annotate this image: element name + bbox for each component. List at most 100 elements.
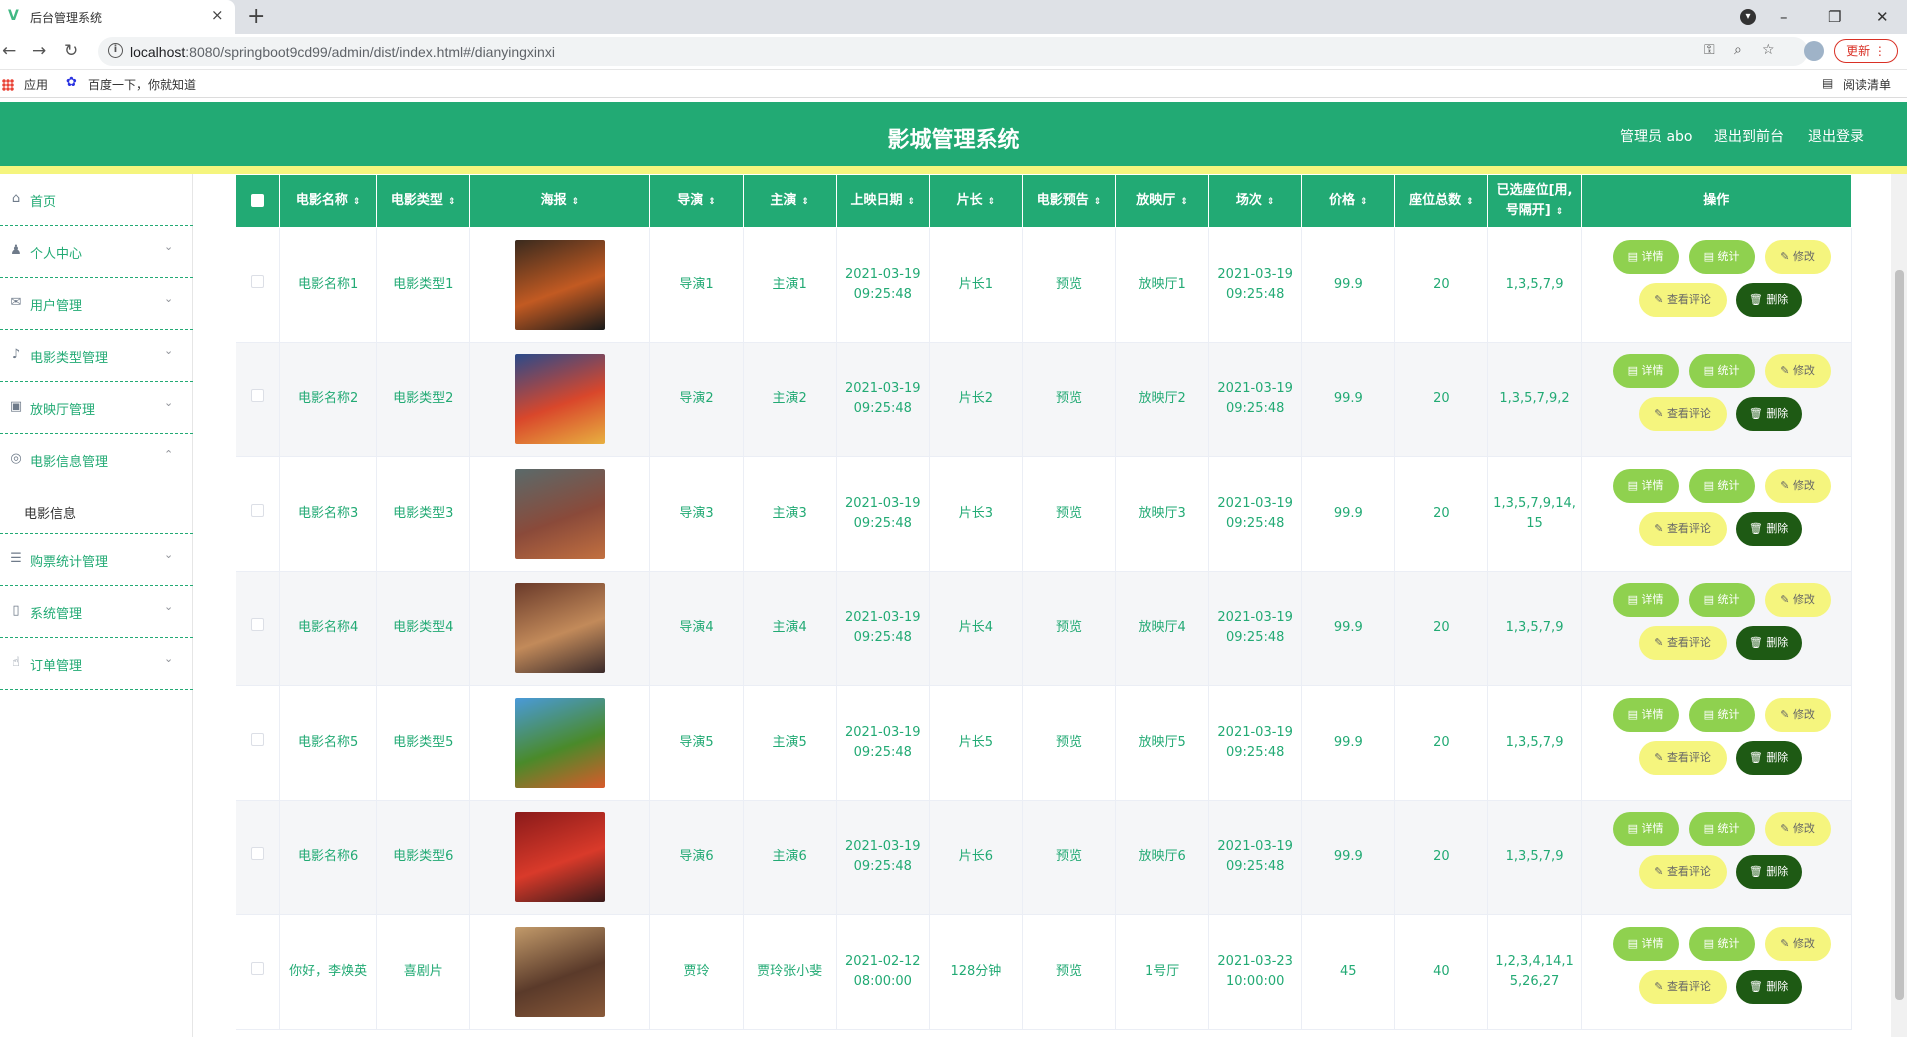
column-header[interactable]: 片长 ⇕ bbox=[928, 174, 1023, 228]
column-header[interactable]: 海报 ⇕ bbox=[469, 174, 651, 228]
row-checkbox[interactable] bbox=[250, 961, 264, 975]
column-header[interactable]: 上映日期 ⇕ bbox=[835, 174, 930, 228]
back-to-front-link[interactable]: 退出到前台 bbox=[1714, 126, 1784, 146]
detail-button[interactable]: ▤ 详情 bbox=[1612, 812, 1679, 847]
cell-trailer[interactable]: 预览 bbox=[1022, 227, 1117, 343]
delete-button[interactable]: 🗑 删除 bbox=[1735, 626, 1802, 661]
view-comments-button[interactable]: ✎ 查看评论 bbox=[1638, 511, 1727, 546]
row-checkbox-cell[interactable] bbox=[235, 800, 281, 915]
window-close-icon[interactable]: ✕ bbox=[1876, 3, 1889, 31]
stat-button[interactable]: ▤ 统计 bbox=[1688, 468, 1755, 503]
column-header[interactable]: 价格 ⇕ bbox=[1301, 174, 1396, 228]
select-all-checkbox[interactable] bbox=[234, 174, 281, 228]
cell-trailer[interactable]: 预览 bbox=[1022, 800, 1117, 915]
new-tab-icon[interactable]: + bbox=[247, 3, 265, 31]
delete-button[interactable]: 🗑 删除 bbox=[1735, 740, 1802, 775]
row-checkbox[interactable] bbox=[250, 274, 264, 288]
reading-list[interactable]: 阅读清单 bbox=[1843, 76, 1891, 93]
sidebar-item-system-management[interactable]: ▯ 系统管理 ⌄ bbox=[0, 586, 193, 638]
delete-button[interactable]: 🗑 删除 bbox=[1735, 969, 1802, 1004]
row-checkbox-cell[interactable] bbox=[235, 914, 281, 1030]
bookmark-apps[interactable]: 应用 bbox=[24, 76, 48, 93]
profile-avatar[interactable] bbox=[1804, 41, 1824, 61]
view-comments-button[interactable]: ✎ 查看评论 bbox=[1638, 969, 1727, 1004]
sidebar-item-movie-info-management[interactable]: ◎ 电影信息管理 ⌃ bbox=[0, 434, 193, 486]
minimize-icon[interactable]: – bbox=[1780, 3, 1788, 31]
row-checkbox-cell[interactable] bbox=[235, 685, 281, 801]
tab-search-icon[interactable]: ▾ bbox=[1740, 9, 1756, 25]
sidebar-item-ticket-stats-management[interactable]: ☰ 购票统计管理 ⌄ bbox=[0, 534, 193, 586]
edit-button[interactable]: ✎ 修改 bbox=[1764, 812, 1831, 847]
detail-button[interactable]: ▤ 详情 bbox=[1612, 239, 1679, 274]
cell-trailer[interactable]: 预览 bbox=[1022, 342, 1117, 457]
edit-button[interactable]: ✎ 修改 bbox=[1764, 697, 1831, 732]
view-comments-button[interactable]: ✎ 查看评论 bbox=[1638, 855, 1727, 890]
sidebar-item-movie-type-management[interactable]: ♪ 电影类型管理 ⌄ bbox=[0, 330, 193, 382]
key-icon[interactable]: ⚿ bbox=[1704, 42, 1715, 58]
edit-button[interactable]: ✎ 修改 bbox=[1764, 468, 1831, 503]
sidebar-item-home[interactable]: ⌂ 首页 bbox=[0, 174, 193, 226]
detail-button[interactable]: ▤ 详情 bbox=[1612, 697, 1679, 732]
column-header[interactable]: 电影名称 ⇕ bbox=[279, 174, 378, 228]
detail-button[interactable]: ▤ 详情 bbox=[1612, 468, 1679, 503]
site-info-icon[interactable]: i bbox=[108, 43, 123, 58]
delete-button[interactable]: 🗑 删除 bbox=[1735, 855, 1802, 890]
cell-trailer[interactable]: 预览 bbox=[1022, 685, 1117, 801]
row-checkbox-cell[interactable] bbox=[235, 227, 281, 343]
row-checkbox[interactable] bbox=[250, 847, 264, 861]
back-icon[interactable]: ← bbox=[2, 40, 16, 62]
row-checkbox-cell[interactable] bbox=[235, 342, 281, 457]
bookmark-star-icon[interactable]: ☆ bbox=[1762, 42, 1775, 58]
cell-trailer[interactable]: 预览 bbox=[1022, 456, 1117, 572]
forward-icon[interactable]: → bbox=[32, 40, 46, 62]
edit-button[interactable]: ✎ 修改 bbox=[1764, 583, 1831, 618]
stat-button[interactable]: ▤ 统计 bbox=[1688, 697, 1755, 732]
reload-icon[interactable]: ↻ bbox=[64, 40, 78, 62]
stat-button[interactable]: ▤ 统计 bbox=[1688, 926, 1755, 961]
column-header[interactable]: 电影预告 ⇕ bbox=[1021, 174, 1117, 228]
close-tab-icon[interactable]: × bbox=[211, 6, 224, 24]
delete-button[interactable]: 🗑 删除 bbox=[1735, 511, 1802, 546]
column-header[interactable]: 座位总数 ⇕ bbox=[1394, 174, 1489, 228]
stat-button[interactable]: ▤ 统计 bbox=[1688, 239, 1755, 274]
row-checkbox-cell[interactable] bbox=[235, 456, 281, 572]
row-checkbox-cell[interactable] bbox=[235, 571, 281, 686]
column-header[interactable]: 主演 ⇕ bbox=[742, 174, 837, 228]
sidebar-item-personal-center[interactable]: ♟ 个人中心 ⌄ bbox=[0, 226, 193, 278]
detail-button[interactable]: ▤ 详情 bbox=[1612, 583, 1679, 618]
edit-button[interactable]: ✎ 修改 bbox=[1764, 239, 1831, 274]
stat-button[interactable]: ▤ 统计 bbox=[1688, 812, 1755, 847]
edit-button[interactable]: ✎ 修改 bbox=[1764, 354, 1831, 389]
sidebar-item-hall-management[interactable]: ▣ 放映厅管理 ⌄ bbox=[0, 382, 193, 434]
row-checkbox[interactable] bbox=[250, 732, 264, 746]
apps-icon[interactable] bbox=[2, 79, 14, 91]
scrollbar-thumb[interactable] bbox=[1895, 270, 1904, 1000]
column-header[interactable]: 导演 ⇕ bbox=[649, 174, 744, 228]
row-checkbox[interactable] bbox=[250, 503, 264, 517]
cell-trailer[interactable]: 预览 bbox=[1022, 571, 1117, 686]
cell-trailer[interactable]: 预览 bbox=[1022, 914, 1117, 1030]
detail-button[interactable]: ▤ 详情 bbox=[1612, 926, 1679, 961]
row-checkbox[interactable] bbox=[250, 389, 264, 403]
address-bar[interactable]: i localhost:8080/springboot9cd99/admin/d… bbox=[98, 37, 1808, 66]
delete-button[interactable]: 🗑 删除 bbox=[1735, 397, 1802, 432]
sidebar-subitem-movie-info[interactable]: 电影信息 bbox=[0, 486, 193, 534]
row-checkbox[interactable] bbox=[250, 618, 264, 632]
detail-button[interactable]: ▤ 详情 bbox=[1612, 354, 1679, 389]
view-comments-button[interactable]: ✎ 查看评论 bbox=[1638, 282, 1727, 317]
sidebar-item-order-management[interactable]: ☝ 订单管理 ⌄ bbox=[0, 638, 193, 690]
edit-button[interactable]: ✎ 修改 bbox=[1764, 926, 1831, 961]
zoom-icon[interactable]: ⌕ bbox=[1734, 42, 1742, 58]
browser-tab[interactable]: V 后台管理系统 × bbox=[0, 0, 235, 34]
restore-icon[interactable]: ❐ bbox=[1828, 3, 1841, 31]
sidebar-item-user-management[interactable]: ✉ 用户管理 ⌄ bbox=[0, 278, 193, 330]
column-header[interactable]: 放映厅 ⇕ bbox=[1115, 174, 1210, 228]
column-header[interactable]: 场次 ⇕ bbox=[1208, 174, 1303, 228]
stat-button[interactable]: ▤ 统计 bbox=[1688, 583, 1755, 618]
delete-button[interactable]: 🗑 删除 bbox=[1735, 282, 1802, 317]
view-comments-button[interactable]: ✎ 查看评论 bbox=[1638, 397, 1727, 432]
column-header[interactable]: 电影类型 ⇕ bbox=[376, 174, 471, 228]
logout-link[interactable]: 退出登录 bbox=[1808, 126, 1864, 146]
stat-button[interactable]: ▤ 统计 bbox=[1688, 354, 1755, 389]
column-header[interactable]: 已选座位[用,号隔开] ⇕ bbox=[1487, 174, 1582, 228]
